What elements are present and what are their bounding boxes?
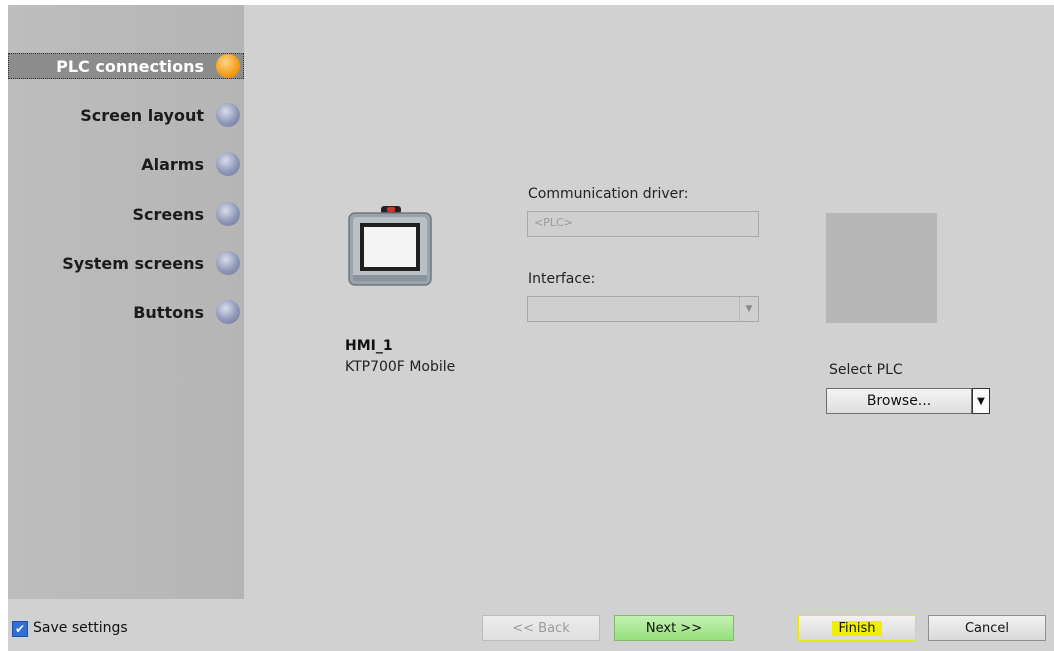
cancel-button[interactable]: Cancel <box>928 615 1046 641</box>
next-button[interactable]: Next >> <box>614 615 734 641</box>
wizard-step-sidebar: PLC connections Screen layout Alarms Scr… <box>8 5 244 599</box>
browse-button[interactable]: Browse... <box>826 388 972 414</box>
chevron-down-icon[interactable]: ▼ <box>739 297 758 321</box>
sidebar-item-label: Screens <box>132 204 204 224</box>
browse-dropdown-arrow-icon[interactable]: ▼ <box>972 388 990 414</box>
interface-label: Interface: <box>528 271 596 287</box>
device-model: KTP700F Mobile <box>345 359 456 375</box>
interface-dropdown[interactable]: ▼ <box>527 296 759 322</box>
sidebar-item-label: System screens <box>62 253 204 273</box>
communication-driver-field[interactable]: <PLC> <box>527 211 759 237</box>
communication-driver-label: Communication driver: <box>528 186 689 202</box>
step-inactive-icon <box>216 202 240 226</box>
sidebar-item-label: Screen layout <box>80 105 204 125</box>
step-inactive-icon <box>216 152 240 176</box>
finish-label: Finish <box>832 620 882 636</box>
sidebar-item-system-screens[interactable]: System screens <box>62 250 244 276</box>
sidebar-item-label: PLC connections <box>56 56 204 76</box>
step-active-icon <box>216 54 240 78</box>
select-plc-label: Select PLC <box>829 362 903 378</box>
sidebar-item-label: Alarms <box>141 154 204 174</box>
sidebar-item-plc-connections[interactable]: PLC connections <box>8 53 244 79</box>
sidebar-item-screen-layout[interactable]: Screen layout <box>80 102 244 128</box>
plc-preview-placeholder <box>826 213 937 323</box>
step-inactive-icon <box>216 251 240 275</box>
sidebar-item-screens[interactable]: Screens <box>132 201 244 227</box>
device-name: HMI_1 <box>345 338 393 354</box>
sidebar-item-buttons[interactable]: Buttons <box>133 299 244 325</box>
finish-button[interactable]: Finish <box>798 615 916 641</box>
save-settings-checkbox[interactable]: ✔ <box>12 621 28 637</box>
hmi-panel-icon <box>348 206 432 286</box>
save-settings-label: Save settings <box>33 620 128 636</box>
step-inactive-icon <box>216 300 240 324</box>
sidebar-item-alarms[interactable]: Alarms <box>141 151 244 177</box>
step-inactive-icon <box>216 103 240 127</box>
sidebar-item-label: Buttons <box>133 302 204 322</box>
back-button[interactable]: << Back <box>482 615 600 641</box>
